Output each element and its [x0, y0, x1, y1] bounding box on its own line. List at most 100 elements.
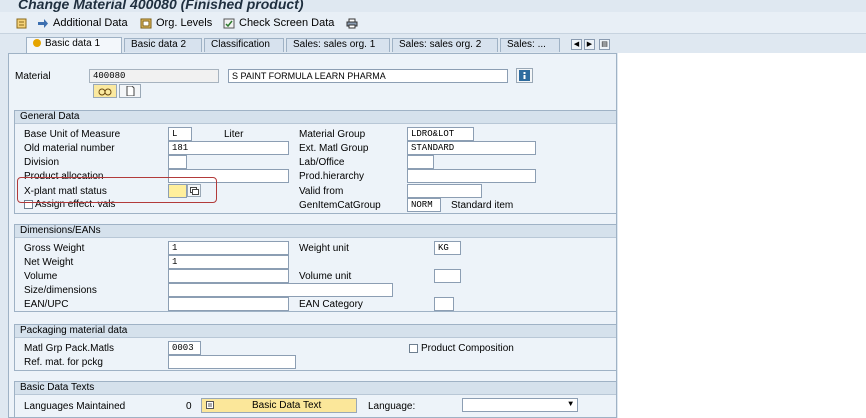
material-label: Material — [15, 71, 51, 82]
tab-list-icon[interactable]: ▤ — [599, 39, 610, 50]
print-button[interactable] — [346, 16, 358, 30]
tab-scroll-right-icon[interactable]: ▶ — [584, 39, 595, 50]
display-change-icon — [16, 18, 27, 28]
check-screen-data-button[interactable]: Check Screen Data — [223, 16, 334, 30]
basic-data-text-button[interactable]: Basic Data Text — [201, 398, 357, 413]
material-group-label: Material Group — [299, 129, 366, 140]
base-uom-label: Base Unit of Measure — [24, 129, 121, 140]
gen-item-cat-text: Standard item — [451, 200, 514, 211]
org-levels-label: Org. Levels — [156, 17, 213, 29]
packaging-material-group: Packaging material data Matl Grp Pack.Ma… — [14, 324, 617, 371]
volume-field[interactable] — [168, 269, 289, 283]
tab-sales-org-1[interactable]: Sales: sales org. 1 — [286, 38, 390, 52]
prod-hierarchy-field[interactable] — [407, 169, 536, 183]
tab-sales-org-2[interactable]: Sales: sales org. 2 — [392, 38, 498, 52]
xplant-status-highlight — [17, 177, 217, 203]
additional-data-button[interactable]: Additional Data — [37, 16, 128, 30]
prod-hierarchy-label: Prod.hierarchy — [299, 171, 365, 182]
division-field[interactable] — [168, 155, 187, 169]
tab-label: Sales: ... — [507, 39, 546, 50]
gross-weight-field[interactable]: 1 — [168, 241, 289, 255]
tab-label: Classification — [211, 39, 270, 50]
volume-unit-label: Volume unit — [299, 271, 352, 282]
material-group-field[interactable]: LDRO&LOT — [407, 127, 474, 141]
gross-weight-label: Gross Weight — [24, 243, 85, 254]
printer-icon — [346, 18, 358, 28]
gen-item-cat-label: GenItemCatGroup — [299, 200, 381, 211]
matl-grp-pack-label: Matl Grp Pack.Matls — [24, 343, 115, 354]
dimensions-title: Dimensions/EANs — [15, 225, 616, 238]
old-material-label: Old material number — [24, 143, 115, 154]
document-icon — [126, 86, 134, 96]
window-title: Change Material 400080 (Finished product… — [18, 0, 304, 12]
tab-label: Sales: sales org. 1 — [293, 39, 376, 50]
product-composition-label: Product Composition — [421, 343, 514, 354]
info-icon — [519, 70, 530, 81]
general-data-title: General Data — [15, 111, 616, 124]
ref-mat-pckg-label: Ref. mat. for pckg — [24, 357, 103, 368]
org-levels-icon — [140, 18, 152, 28]
languages-maintained-label: Languages Maintained — [24, 401, 126, 412]
ean-upc-label: EAN/UPC — [24, 299, 69, 310]
valid-from-label: Valid from — [299, 186, 344, 197]
lab-office-field[interactable] — [407, 155, 434, 169]
tab-classification[interactable]: Classification — [204, 38, 284, 52]
base-uom-field[interactable]: L — [168, 127, 192, 141]
arrow-right-icon — [38, 18, 48, 28]
tab-sales-more[interactable]: Sales: ... — [500, 38, 560, 52]
display-change-button[interactable] — [16, 16, 28, 30]
glasses-icon — [98, 88, 112, 95]
ref-mat-pckg-field[interactable] — [168, 355, 296, 369]
dimensions-eans-group: Dimensions/EANs Gross Weight 1 Net Weigh… — [14, 224, 617, 312]
tab-strip: Basic data 1 Basic data 2 Classification… — [0, 36, 866, 54]
title-bar: Change Material 400080 (Finished product… — [0, 0, 866, 12]
net-weight-label: Net Weight — [24, 257, 74, 268]
long-text-button[interactable] — [119, 84, 141, 98]
languages-count: 0 — [186, 401, 192, 412]
text-edit-icon — [206, 401, 214, 409]
ext-matl-group-label: Ext. Matl Group — [299, 143, 369, 154]
basic-data-texts-group: Basic Data Texts Languages Maintained 0 … — [14, 381, 617, 418]
ext-matl-group-field[interactable]: STANDARD — [407, 141, 536, 155]
volume-label: Volume — [24, 271, 58, 282]
language-dropdown[interactable]: ▼ — [462, 398, 578, 412]
tab-label: Basic data 2 — [131, 39, 187, 50]
language-label: Language: — [368, 401, 416, 412]
size-dimensions-field[interactable] — [168, 283, 393, 297]
org-levels-button[interactable]: Org. Levels — [140, 16, 212, 30]
lab-office-label: Lab/Office — [299, 157, 345, 168]
tab-basic-data-1[interactable]: Basic data 1 — [26, 37, 122, 53]
info-button[interactable] — [516, 68, 533, 83]
check-screen-icon — [223, 18, 235, 28]
tab-scroll-left-icon[interactable]: ◀ — [571, 39, 582, 50]
check-screen-data-label: Check Screen Data — [239, 17, 335, 29]
valid-from-field[interactable] — [407, 184, 482, 198]
division-label: Division — [24, 157, 60, 168]
dropdown-arrow-icon: ▼ — [568, 400, 573, 409]
base-uom-text: Liter — [224, 129, 244, 140]
ean-category-field[interactable] — [434, 297, 454, 311]
additional-data-label: Additional Data — [53, 17, 128, 29]
matl-grp-pack-field[interactable]: 0003 — [168, 341, 201, 355]
right-empty-pane — [618, 53, 866, 418]
volume-unit-field[interactable] — [434, 269, 461, 283]
tab-basic-data-2[interactable]: Basic data 2 — [124, 38, 202, 52]
material-number-field: 400080 — [89, 69, 219, 83]
ean-category-label: EAN Category — [299, 299, 363, 310]
product-composition-checkbox[interactable] — [409, 344, 418, 353]
basic-data-1-panel: Material 400080 S PAINT FORMULA LEARN PH… — [8, 53, 617, 418]
old-material-field[interactable]: 181 — [168, 141, 289, 155]
material-description-field[interactable]: S PAINT FORMULA LEARN PHARMA — [228, 69, 508, 83]
application-toolbar: Additional Data Org. Levels Check Screen… — [0, 12, 866, 34]
basic-texts-title: Basic Data Texts — [15, 382, 616, 395]
weight-unit-field[interactable]: KG — [434, 241, 461, 255]
ean-upc-field[interactable] — [168, 297, 289, 311]
net-weight-field[interactable]: 1 — [168, 255, 289, 269]
gen-item-cat-field[interactable]: NORM — [407, 198, 441, 212]
size-dimensions-label: Size/dimensions — [24, 285, 97, 296]
tab-label: Basic data 1 — [45, 38, 101, 49]
packaging-title: Packaging material data — [15, 325, 616, 338]
view-selection-button[interactable] — [93, 84, 117, 98]
tab-label: Sales: sales org. 2 — [399, 39, 482, 50]
tab-icon — [33, 39, 41, 47]
